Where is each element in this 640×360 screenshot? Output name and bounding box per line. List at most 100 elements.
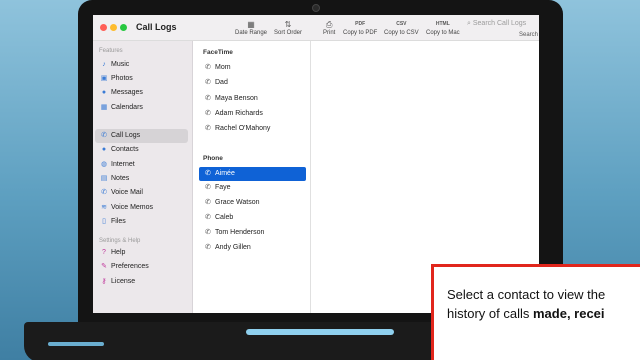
globe-icon: ◍: [100, 161, 108, 168]
contact-name: Caleb: [215, 214, 234, 221]
contact-name: Andy Gillen: [215, 244, 251, 251]
contact-item-selected[interactable]: ✆ Aimée: [199, 167, 306, 181]
sidebar-item-label: Preferences: [111, 263, 149, 270]
copy-to-csv-button[interactable]: CSV Copy to CSV: [384, 19, 419, 36]
sidebar-item-preferences[interactable]: ✎ Preferences: [95, 260, 188, 274]
settings-section-title: Settings & Help: [99, 238, 141, 244]
sidebar-item-messages[interactable]: ● Messages: [95, 86, 188, 100]
voicemail-icon: ✆: [101, 189, 107, 196]
contact-name: Aimée: [215, 170, 235, 177]
phone-icon: ✆: [205, 244, 211, 251]
sidebar-item-label: Music: [111, 61, 130, 68]
phone-icon: ✆: [205, 95, 211, 102]
sidebar-item-label: Files: [111, 218, 126, 225]
printer-icon: ⎙: [325, 20, 333, 29]
date-range-button[interactable]: ▦ Date Range: [235, 19, 267, 36]
sidebar-item-call-logs[interactable]: ✆ Call Logs: [95, 129, 188, 143]
contact-name: Faye: [215, 184, 231, 191]
html-icon: HTML: [435, 21, 450, 27]
copy-to-pdf-button[interactable]: PDF Copy to PDF: [343, 19, 377, 36]
phone-icon: ✆: [205, 170, 211, 177]
minimize-window-button[interactable]: [110, 24, 117, 31]
contact-item[interactable]: ✆ Caleb: [199, 211, 306, 225]
sidebar-item-label: License: [111, 278, 136, 285]
phone-group-title: Phone: [203, 155, 223, 162]
sidebar-item-label: Photos: [111, 75, 133, 82]
contact-item[interactable]: ✆ Dad: [199, 76, 306, 90]
caption-bold-text: made, recei: [532, 306, 605, 321]
sidebar-item-label: Contacts: [111, 146, 139, 153]
contact-name: Grace Watson: [215, 199, 260, 206]
sidebar-item-label: Internet: [111, 161, 135, 168]
sidebar-item-files[interactable]: ▯ Files: [95, 215, 188, 229]
copy-to-mac-button[interactable]: HTML Copy to Mac: [426, 19, 460, 36]
phone-icon: ✆: [205, 125, 211, 132]
laptop-base-slot: [48, 342, 104, 346]
copy-to-csv-label: Copy to CSV: [384, 30, 419, 36]
phone-icon: ✆: [205, 110, 211, 117]
close-window-button[interactable]: [100, 24, 107, 31]
phone-icon: ✆: [205, 229, 211, 236]
sidebar-item-label: Calendars: [111, 104, 143, 111]
phone-icon: ✆: [101, 132, 107, 139]
search-input[interactable]: ⌕ Search Call Logs: [467, 20, 526, 28]
search-label: Search: [519, 32, 539, 38]
message-bubble-icon: ●: [101, 89, 107, 96]
music-note-icon: ♪: [102, 61, 106, 68]
photos-icon: ▣: [100, 75, 108, 82]
key-icon: ⚷: [101, 278, 107, 285]
sidebar-item-music[interactable]: ♪ Music: [95, 58, 188, 72]
sidebar: Features ♪ Music ▣ Photos ● Messages ▦ C…: [93, 41, 193, 313]
help-icon: ?: [102, 249, 106, 256]
camera-icon: [312, 4, 320, 12]
contact-name: Tom Henderson: [215, 229, 265, 236]
phone-icon: ✆: [205, 214, 211, 221]
calendar-icon: ▦: [247, 20, 255, 29]
sort-order-button[interactable]: ⇅ Sort Order: [274, 19, 302, 36]
features-section-title: Features: [99, 48, 123, 54]
print-label: Print: [323, 30, 336, 36]
sidebar-item-label: Notes: [111, 175, 130, 182]
contact-item[interactable]: ✆ Tom Henderson: [199, 226, 306, 240]
contact-item[interactable]: ✆ Mom: [199, 61, 306, 75]
contact-item[interactable]: ✆ Faye: [199, 181, 306, 195]
sidebar-item-voice-mail[interactable]: ✆ Voice Mail: [95, 186, 188, 200]
csv-icon: CSV: [396, 21, 407, 27]
contact-item[interactable]: ✆ Andy Gillen: [199, 241, 306, 255]
sidebar-item-help[interactable]: ? Help: [95, 246, 188, 260]
contact-item[interactable]: ✆ Maya Benson: [199, 92, 306, 106]
copy-to-mac-label: Copy to Mac: [426, 30, 460, 36]
sidebar-item-calendars[interactable]: ▦ Calendars: [95, 101, 188, 115]
date-range-label: Date Range: [235, 30, 268, 36]
tutorial-caption: Select a contact to view the history of …: [431, 264, 640, 360]
calendar-icon: ▦: [100, 104, 108, 111]
sidebar-item-label: Help: [111, 249, 126, 256]
wrench-icon: ✎: [101, 263, 107, 270]
sidebar-item-license[interactable]: ⚷ License: [95, 275, 188, 289]
copy-to-pdf-label: Copy to PDF: [343, 30, 378, 36]
contact-item[interactable]: ✆ Rachel O'Mahony: [199, 122, 306, 136]
contact-item[interactable]: ✆ Adam Richards: [199, 107, 306, 121]
search-placeholder: Search Call Logs: [472, 20, 527, 27]
sidebar-item-label: Voice Mail: [111, 189, 143, 196]
contact-name: Rachel O'Mahony: [215, 125, 271, 132]
zoom-window-button[interactable]: [120, 24, 127, 31]
sidebar-item-contacts[interactable]: ● Contacts: [95, 143, 188, 157]
sidebar-item-photos[interactable]: ▣ Photos: [95, 72, 188, 86]
sidebar-item-voice-memos[interactable]: ≋ Voice Memos: [95, 201, 188, 215]
phone-icon: ✆: [205, 199, 211, 206]
waveform-icon: ≋: [101, 204, 107, 211]
file-icon: ▯: [102, 218, 106, 225]
sidebar-item-label: Call Logs: [111, 132, 141, 139]
sidebar-item-label: Voice Memos: [111, 204, 154, 211]
sidebar-item-internet[interactable]: ◍ Internet: [95, 158, 188, 172]
contact-item[interactable]: ✆ Grace Watson: [199, 196, 306, 210]
print-button[interactable]: ⎙ Print: [323, 19, 335, 36]
sort-icon: ⇅: [284, 20, 292, 29]
phone-icon: ✆: [205, 79, 211, 86]
laptop-hinge-notch: [246, 329, 394, 335]
contact-list: FaceTime ✆ Mom ✆ Dad ✆ Maya Benson ✆ Ada…: [194, 41, 311, 313]
window-title: Call Logs: [136, 22, 177, 32]
sidebar-item-notes[interactable]: ▤ Notes: [95, 172, 188, 186]
person-icon: ●: [101, 146, 107, 153]
